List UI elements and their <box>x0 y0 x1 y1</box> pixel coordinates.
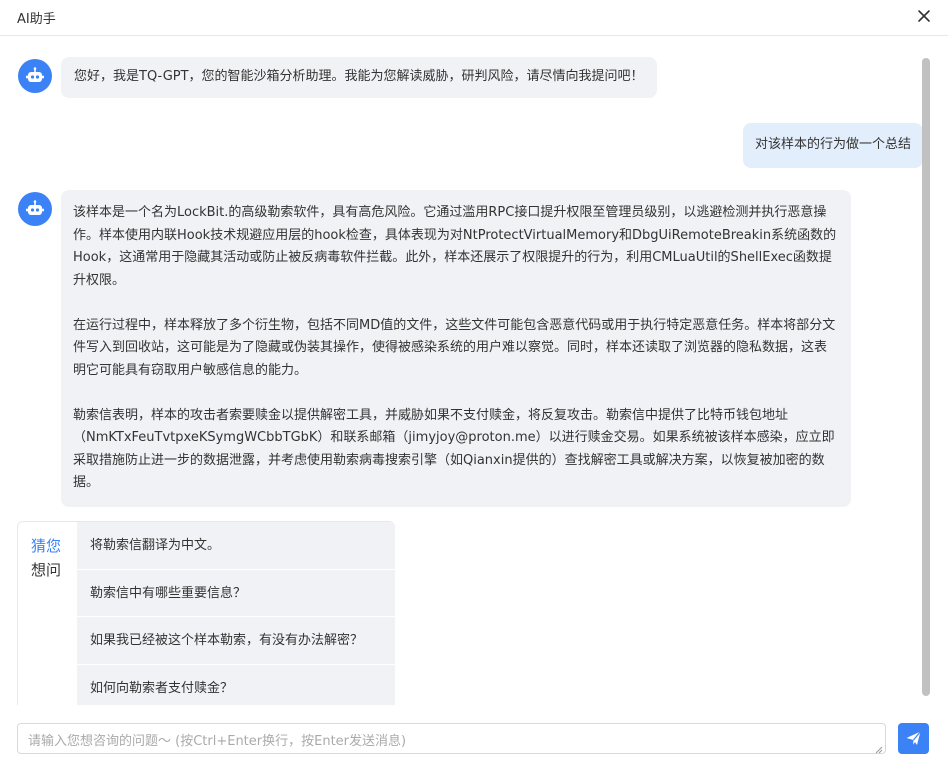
message-paragraph: 在运行过程中，样本释放了多个衍生物，包括不同MD值的文件，这些文件可能包含恶意代… <box>73 317 836 378</box>
suggestions-label-line2: 想问 <box>31 561 62 579</box>
message-text: 对该样本的行为做一个总结 <box>754 137 911 152</box>
robot-icon <box>26 200 44 215</box>
message-text: 您好，我是TQ-GPT，您的智能沙箱分析助理。我能为您解读威胁，研判风险，请尽情… <box>74 69 644 84</box>
suggested-questions: 猜您 想问 将勒索信翻译为中文。 勒索信中有哪些重要信息？ 如果我已经被这个样本… <box>17 521 395 705</box>
send-icon <box>906 731 921 745</box>
message-paragraph: 该样本是一个名为LockBit.的高级勒索软件，具有高危风险。它通过滥用RPC接… <box>73 205 837 288</box>
suggestion-item[interactable]: 勒索信中有哪些重要信息？ <box>77 570 395 617</box>
chat-scrollbar[interactable] <box>922 58 930 696</box>
message-input-box <box>17 723 886 754</box>
message-input[interactable] <box>18 724 885 753</box>
send-button[interactable] <box>898 723 929 754</box>
suggestions-label-line1: 猜您 <box>31 537 62 555</box>
robot-icon <box>26 67 44 82</box>
window-header: AI助手 <box>0 0 948 36</box>
assistant-avatar <box>18 59 52 93</box>
window-title: AI助手 <box>17 12 56 27</box>
user-message: 对该样本的行为做一个总结 <box>742 123 923 168</box>
suggestion-item[interactable]: 将勒索信翻译为中文。 <box>77 522 395 570</box>
chat-history: 您好，我是TQ-GPT，您的智能沙箱分析助理。我能为您解读威胁，研判风险，请尽情… <box>0 37 948 705</box>
suggestion-list: 将勒索信翻译为中文。 勒索信中有哪些重要信息？ 如果我已经被这个样本勒索，有没有… <box>77 522 395 705</box>
message-paragraph: 勒索信表明，样本的攻击者索要赎金以提供解密工具，并威胁如果不支付赎金，将反复攻击… <box>73 407 835 491</box>
assistant-avatar <box>18 192 52 226</box>
assistant-message: 您好，我是TQ-GPT，您的智能沙箱分析助理。我能为您解读威胁，研判风险，请尽情… <box>61 57 657 98</box>
close-icon[interactable] <box>916 8 932 24</box>
suggestions-label: 猜您 想问 <box>31 534 65 582</box>
suggestion-item[interactable]: 如何向勒索者支付赎金？ <box>77 665 395 706</box>
suggestion-item[interactable]: 如果我已经被这个样本勒索，有没有办法解密？ <box>77 617 395 665</box>
assistant-message: 该样本是一个名为LockBit.的高级勒索软件，具有高危风险。它通过滥用RPC接… <box>61 190 851 507</box>
resize-handle-icon[interactable] <box>875 743 883 754</box>
